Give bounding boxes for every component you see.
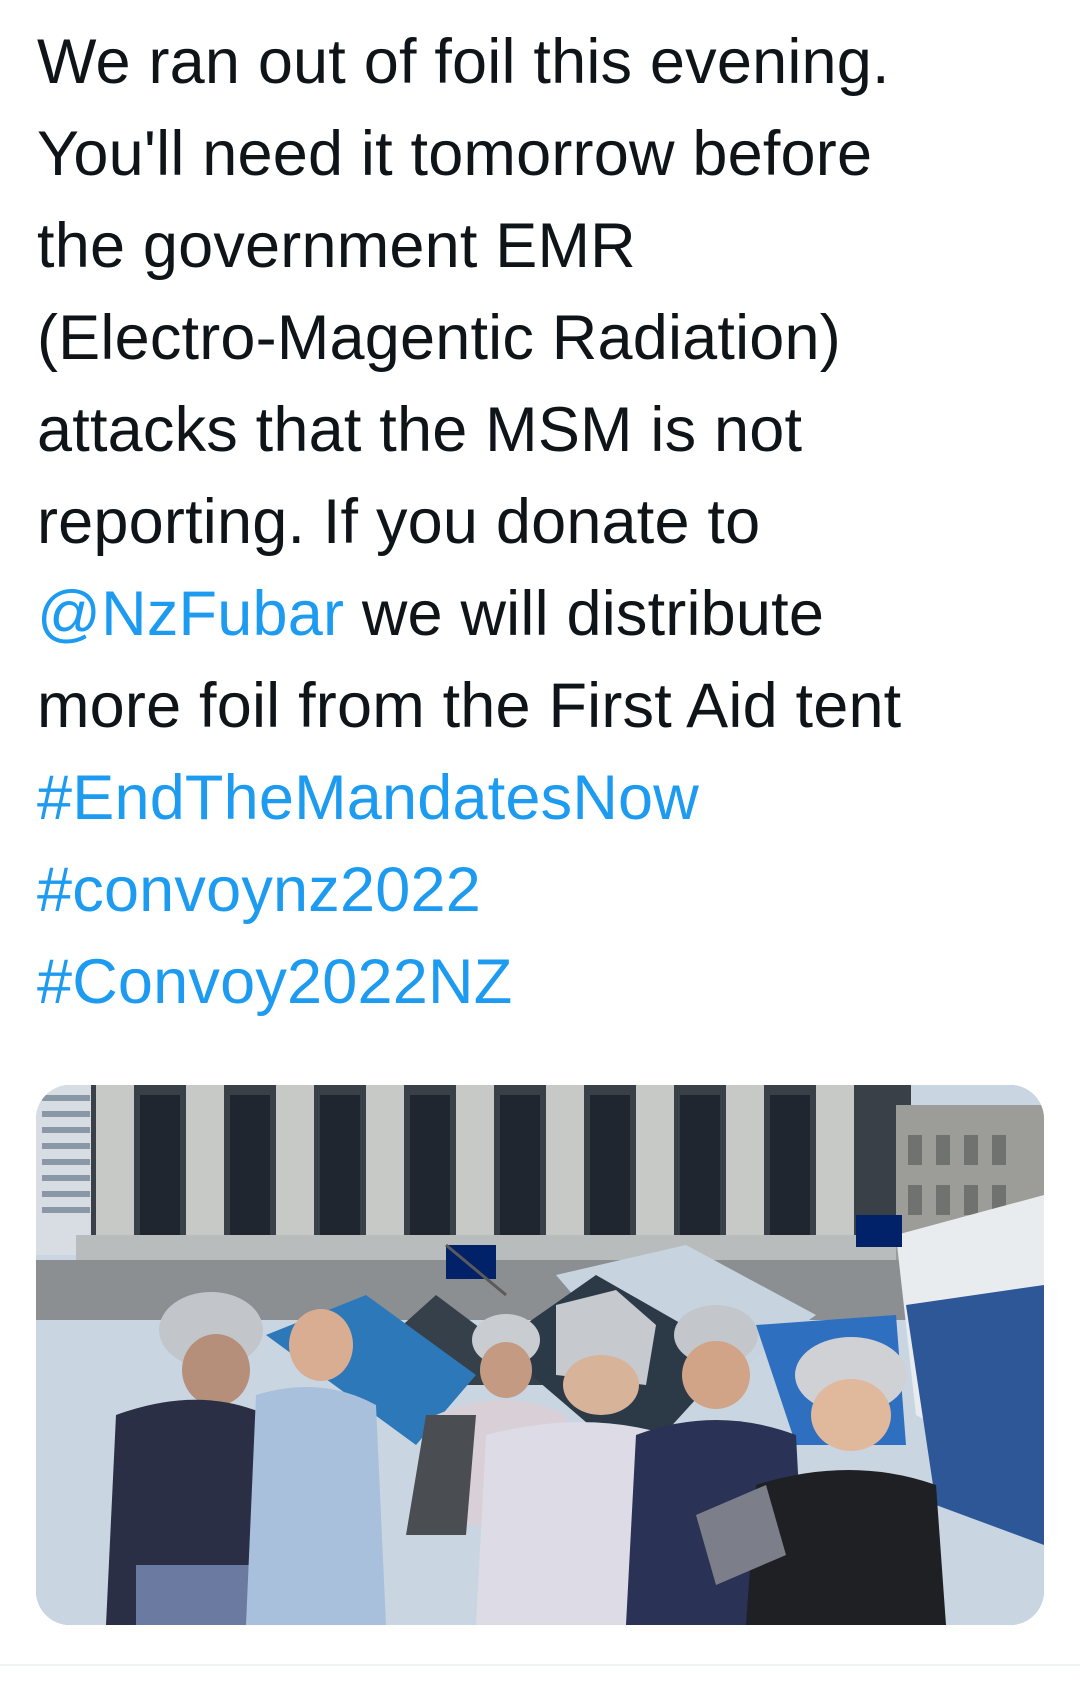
hashtag-link[interactable]: #EndTheMandatesNow <box>37 752 1067 844</box>
hashtag-link[interactable]: #Convoy2022NZ <box>37 936 1067 1028</box>
photo-illustration <box>36 1085 1044 1625</box>
tweet-text-line: (Electro-Magentic Radiation) <box>37 303 841 373</box>
tweet-text-fragment: we will distribute <box>344 579 825 649</box>
tweet-text-line: the government EMR <box>37 211 636 281</box>
tweet-text-line: more foil from the First Aid tent <box>37 671 902 741</box>
tweet: We ran out of foil this evening. You'll … <box>0 0 1080 1682</box>
tweet-text-line: attacks that the MSM is not <box>37 395 803 465</box>
tweet-text: We ran out of foil this evening. You'll … <box>37 16 1067 1028</box>
hashtag-link[interactable]: #convoynz2022 <box>37 844 1067 936</box>
tweet-text-line: You'll need it tomorrow before <box>37 119 873 189</box>
mention-link[interactable]: @NzFubar <box>37 579 344 649</box>
tweet-photo[interactable] <box>36 1085 1044 1625</box>
tweet-text-line: We ran out of foil this evening. <box>37 27 890 97</box>
divider <box>0 1664 1080 1666</box>
tweet-text-line: @NzFubar we will distribute <box>37 568 1067 660</box>
tweet-text-line: reporting. If you donate to <box>37 487 761 557</box>
